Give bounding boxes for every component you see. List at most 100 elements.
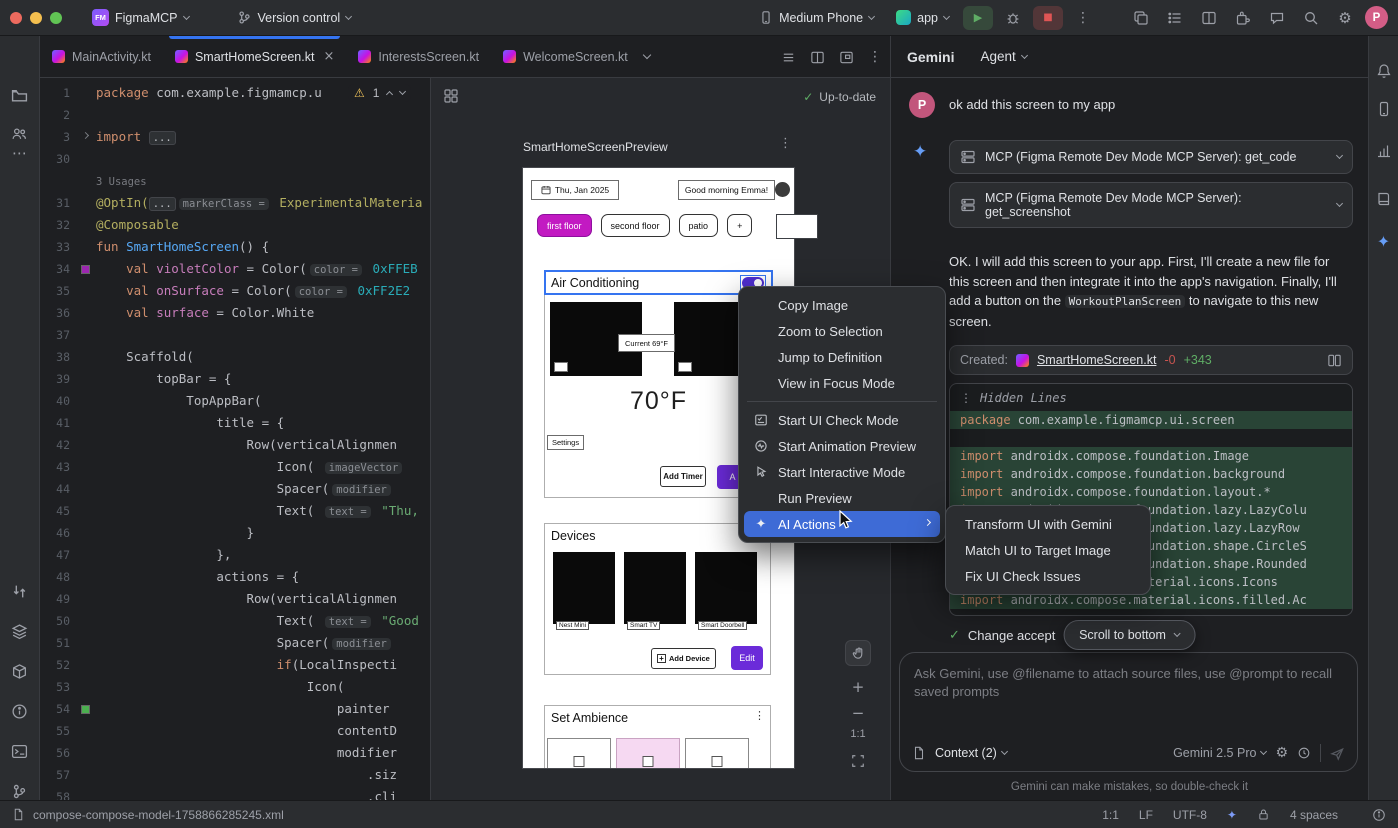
preview-grid-mode-icon[interactable] xyxy=(443,88,459,104)
editor-tab-interestsscreen-kt[interactable]: InterestsScreen.kt xyxy=(346,36,491,77)
project-tool-icon[interactable] xyxy=(7,82,33,108)
debug-button[interactable] xyxy=(999,5,1027,31)
terminal-tool-icon[interactable] xyxy=(7,738,33,764)
menu-item-jump-to-definition[interactable]: Jump to Definition xyxy=(744,344,940,370)
menu-separator xyxy=(747,401,937,402)
editor-tab-welcomescreen-kt[interactable]: WelcomeScreen.kt xyxy=(491,36,640,77)
prompt-settings-icon[interactable]: ⚙ xyxy=(1275,745,1288,761)
submenu-item-transform-ui-with-gemini[interactable]: Transform UI with Gemini xyxy=(951,511,1145,537)
gemini-panel: Gemini Agent P ok add this screen to my … xyxy=(890,36,1368,800)
inline-code-ref: WorkoutPlanScreen xyxy=(1065,295,1186,308)
close-tab-icon[interactable]: × xyxy=(323,49,334,64)
preview-title[interactable]: SmartHomeScreenPreview xyxy=(523,140,668,154)
minimize-window-button[interactable] xyxy=(30,12,42,24)
scroll-to-bottom-button[interactable]: Scroll to bottom xyxy=(1063,620,1196,650)
zoom-ratio-button[interactable]: 1:1 xyxy=(843,728,873,740)
agent-mode-selector[interactable]: Agent xyxy=(980,49,1026,64)
commit-tool-icon[interactable] xyxy=(7,578,33,604)
todo-list-icon[interactable] xyxy=(1161,5,1189,31)
build-tool-icon[interactable] xyxy=(7,658,33,684)
indent-widget[interactable]: 4 spaces xyxy=(1290,808,1338,822)
next-problem-icon[interactable] xyxy=(399,88,406,95)
selection-handle[interactable] xyxy=(776,214,818,239)
preview-options-icon[interactable]: ⋮ xyxy=(779,136,792,151)
history-icon[interactable] xyxy=(1297,746,1311,760)
info-icon[interactable] xyxy=(1372,808,1386,822)
split-view-icon[interactable] xyxy=(1195,5,1223,31)
more-run-actions-button[interactable]: ⋮ xyxy=(1069,5,1097,31)
inspection-widget[interactable]: ⚠ 1 xyxy=(348,84,411,102)
close-window-button[interactable] xyxy=(10,12,22,24)
prev-problem-icon[interactable] xyxy=(386,90,393,97)
prompt-input-container[interactable]: Ask Gemini, use @filename to attach sour… xyxy=(899,652,1358,772)
line-separator-widget[interactable]: LF xyxy=(1139,808,1153,822)
search-everywhere-icon[interactable] xyxy=(1297,5,1325,31)
zoom-in-icon[interactable]: + xyxy=(845,674,871,700)
model-selector[interactable]: Gemini 2.5 Pro xyxy=(1173,746,1266,760)
gemini-tool-icon[interactable]: ✦ xyxy=(1371,228,1397,254)
tab-list-icon[interactable] xyxy=(781,50,796,65)
mcp-server-icon xyxy=(960,149,976,165)
created-file-card[interactable]: Created: SmartHomeScreen.kt -0 +343 xyxy=(949,345,1353,375)
editor-options-icon[interactable]: ⋮ xyxy=(868,50,882,64)
running-devices-icon[interactable] xyxy=(1371,96,1397,122)
menu-item-copy-image[interactable]: Copy Image xyxy=(744,292,940,318)
menu-item-run-preview[interactable]: Run Preview xyxy=(744,485,940,511)
kotlin-file-icon xyxy=(358,50,371,63)
device-mirror-icon[interactable] xyxy=(1127,5,1155,31)
mcp-tool-call-card[interactable]: MCP (Figma Remote Dev Mode MCP Server): … xyxy=(949,140,1353,174)
context-button[interactable]: Context (2) xyxy=(935,746,1007,760)
zoom-out-icon[interactable]: − xyxy=(845,700,871,726)
zoom-window-button[interactable] xyxy=(50,12,62,24)
profiler-chart-icon[interactable] xyxy=(1371,138,1397,164)
attach-file-icon[interactable] xyxy=(912,746,926,760)
notifications-bell-icon[interactable] xyxy=(1371,58,1397,84)
readonly-lock-icon[interactable] xyxy=(1257,808,1270,821)
mcp-tool-call-card[interactable]: MCP (Figma Remote Dev Mode MCP Server): … xyxy=(949,182,1353,228)
breadcrumb[interactable]: compose-compose-model-1758866285245.xml xyxy=(33,808,284,822)
cursor-position-widget[interactable]: 1:1 xyxy=(1102,808,1119,822)
created-file-link[interactable]: SmartHomeScreen.kt xyxy=(1037,353,1156,367)
hidden-lines-header[interactable]: ⋮Hidden Lines xyxy=(950,384,1352,411)
vcs-widget[interactable]: Version control xyxy=(229,6,360,29)
menu-item-start-ui-check-mode[interactable]: Start UI Check Mode xyxy=(744,407,940,433)
more-tool-windows-icon[interactable]: ⋯ xyxy=(7,140,33,166)
mock-device-label: Nest Mini xyxy=(556,621,589,630)
documentation-book-icon[interactable] xyxy=(1371,186,1397,212)
stop-button[interactable]: ■ xyxy=(1033,6,1063,30)
user-profile-avatar[interactable]: P xyxy=(1365,6,1388,29)
context-menu: Copy ImageZoom to SelectionJump to Defin… xyxy=(738,286,946,543)
project-selector[interactable]: FM FigmaMCP xyxy=(84,5,197,30)
expand-chevron-icon[interactable] xyxy=(1336,200,1343,207)
chat-icon[interactable] xyxy=(1263,5,1291,31)
menu-item-zoom-to-selection[interactable]: Zoom to Selection xyxy=(744,318,940,344)
pan-hand-icon[interactable] xyxy=(845,640,871,666)
run-button[interactable]: ▶ xyxy=(963,6,993,30)
problems-tool-icon[interactable] xyxy=(7,698,33,724)
submenu-item-match-ui-to-target-image[interactable]: Match UI to Target Image xyxy=(951,537,1145,563)
plugins-icon[interactable] xyxy=(1229,5,1257,31)
settings-gear-icon[interactable]: ⚙ xyxy=(1331,5,1359,31)
menu-item-ai-actions[interactable]: ✦AI Actions xyxy=(744,511,940,537)
split-editor-icon[interactable] xyxy=(810,50,825,65)
submenu-item-fix-ui-check-issues[interactable]: Fix UI Check Issues xyxy=(951,563,1145,589)
chevron-down-icon xyxy=(868,12,875,19)
run-configuration-selector[interactable]: app xyxy=(888,6,957,29)
detach-editor-icon[interactable] xyxy=(839,50,854,65)
pull-requests-tool-icon[interactable] xyxy=(7,618,33,644)
menu-item-start-animation-preview[interactable]: Start Animation Preview xyxy=(744,433,940,459)
expand-chevron-icon[interactable] xyxy=(1336,152,1343,159)
hidden-tabs-chevron-icon[interactable] xyxy=(644,36,650,77)
open-diff-icon[interactable] xyxy=(1327,353,1342,368)
encoding-widget[interactable]: UTF-8 xyxy=(1173,808,1207,822)
tab-label: WelcomeScreen.kt xyxy=(523,50,628,64)
zoom-to-fit-icon[interactable] xyxy=(845,748,871,774)
menu-item-start-interactive-mode[interactable]: Start Interactive Mode xyxy=(744,459,940,485)
editor-tab-mainactivity-kt[interactable]: MainActivity.kt xyxy=(40,36,163,77)
ai-assistant-status-icon[interactable]: ✦ xyxy=(1227,808,1237,822)
device-selector[interactable]: Medium Phone xyxy=(751,6,882,29)
send-button[interactable] xyxy=(1330,746,1345,761)
menu-item-view-in-focus-mode[interactable]: View in Focus Mode xyxy=(744,370,940,396)
editor-tab-smarthomescreen-kt[interactable]: SmartHomeScreen.kt× xyxy=(163,36,346,77)
ai-spark-icon: ✦ xyxy=(752,517,770,532)
